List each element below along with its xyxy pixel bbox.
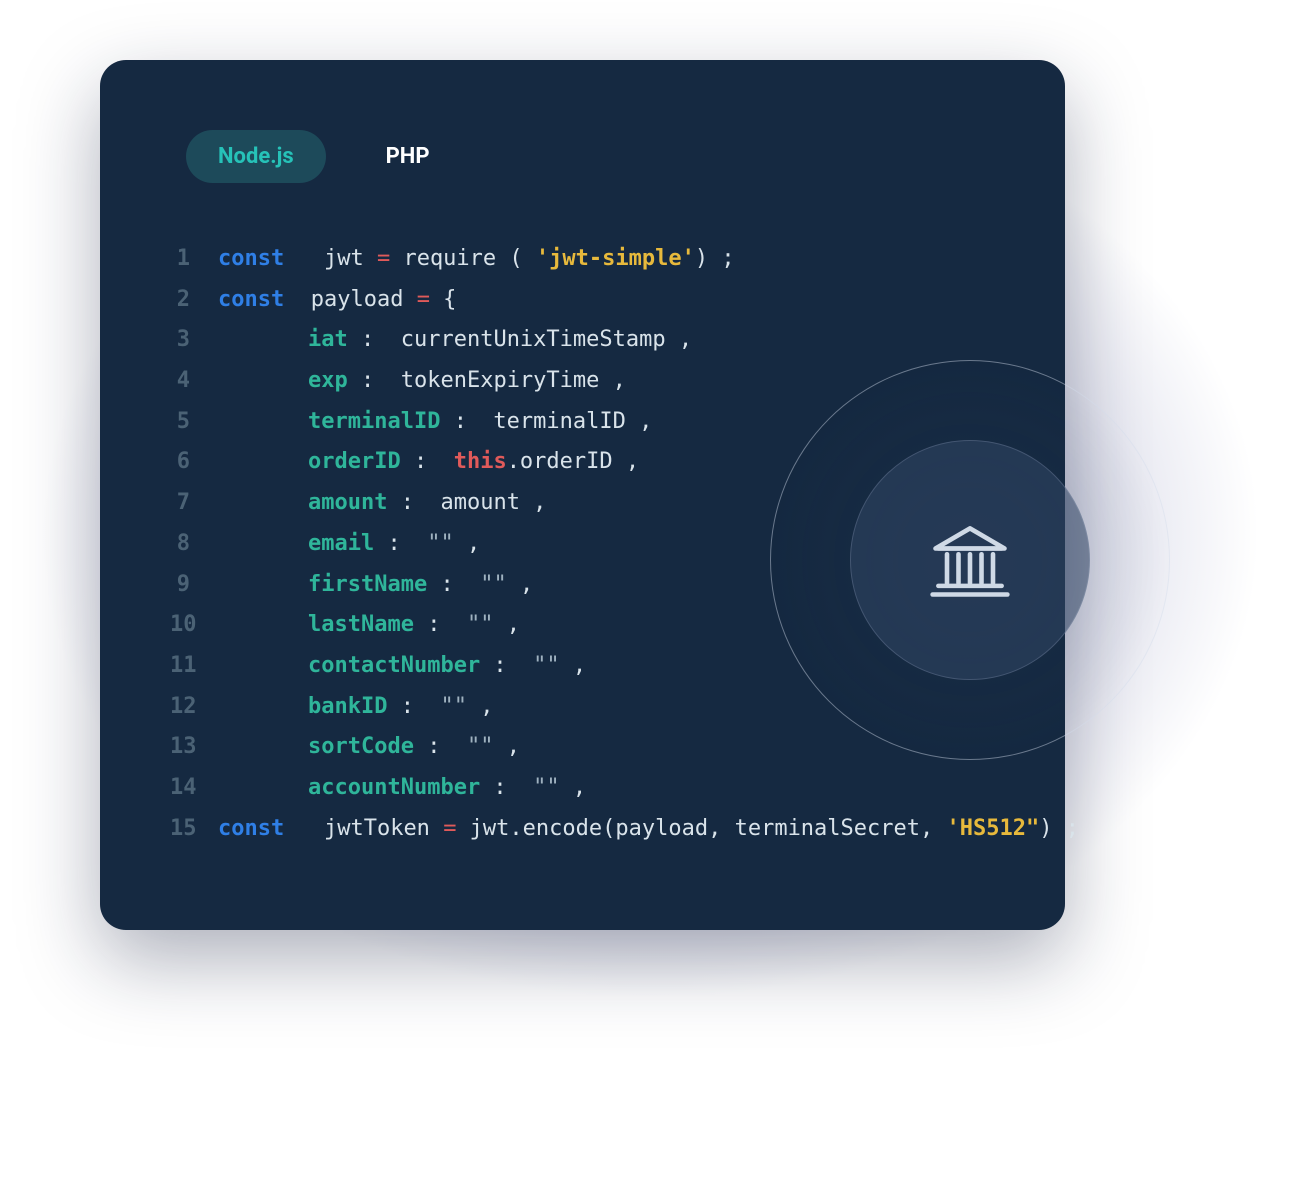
- code-line: 14 accountNumber : "" ,: [170, 768, 995, 809]
- token-txt: require (: [390, 239, 536, 280]
- keyword: const: [218, 809, 284, 850]
- token-txt: :: [387, 687, 440, 728]
- token-this: this: [454, 442, 507, 483]
- token-op: =: [377, 239, 390, 280]
- token-prop: email: [308, 524, 374, 565]
- keyword: const: [218, 239, 284, 280]
- code-line: 12 bankID : "" ,: [170, 687, 995, 728]
- line-number: 4: [170, 361, 218, 402]
- line-number: 3: [170, 320, 218, 361]
- token-str: 'jwt-simple': [536, 239, 695, 280]
- code-line: 4 exp : tokenExpiryTime ,: [170, 361, 995, 402]
- code-line: 11 contactNumber : "" ,: [170, 646, 995, 687]
- token-dim: "": [467, 727, 494, 768]
- tab-nodejs[interactable]: Node.js: [186, 130, 326, 183]
- token-prop: bankID: [308, 687, 387, 728]
- token-txt: jwtToken: [284, 809, 443, 850]
- token-txt: : currentUnixTimeStamp ,: [348, 320, 692, 361]
- token-prop: contactNumber: [308, 646, 480, 687]
- token-txt: ,: [560, 646, 587, 687]
- line-number: 11: [170, 646, 218, 687]
- token-txt: ,: [493, 605, 520, 646]
- language-tabs: Node.js PHP: [186, 130, 995, 183]
- token-txt: ,: [507, 565, 534, 606]
- token-prop: lastName: [308, 605, 414, 646]
- token-txt: :: [401, 442, 454, 483]
- token-txt: ) ;: [1039, 809, 1079, 850]
- token-txt: :: [480, 768, 533, 809]
- keyword: const: [218, 280, 284, 321]
- code-line: 3 iat : currentUnixTimeStamp ,: [170, 320, 995, 361]
- token-dim: "": [533, 646, 560, 687]
- line-number: 2: [170, 280, 218, 321]
- token-txt: {: [430, 280, 457, 321]
- token-txt: jwt.encode(payload, terminalSecret,: [456, 809, 946, 850]
- line-number: 14: [170, 768, 218, 809]
- token-op: =: [417, 280, 430, 321]
- token-txt: :: [414, 605, 467, 646]
- token-txt: : amount ,: [387, 483, 546, 524]
- tab-php[interactable]: PHP: [354, 130, 462, 183]
- token-txt: ,: [493, 727, 520, 768]
- token-txt: ,: [560, 768, 587, 809]
- line-number: 9: [170, 565, 218, 606]
- token-txt: .orderID ,: [507, 442, 639, 483]
- token-dim: "": [467, 605, 494, 646]
- token-dim: "": [440, 687, 467, 728]
- token-op: =: [443, 809, 456, 850]
- token-txt: jwt: [284, 239, 377, 280]
- line-number: 8: [170, 524, 218, 565]
- line-number: 5: [170, 402, 218, 443]
- token-txt: :: [427, 565, 480, 606]
- line-number: 15: [170, 809, 218, 850]
- token-prop: iat: [308, 320, 348, 361]
- code-panel: Node.js PHP 1const jwt = require ( 'jwt-…: [100, 60, 1065, 930]
- token-prop: orderID: [308, 442, 401, 483]
- token-txt: :: [374, 524, 427, 565]
- token-txt: ,: [454, 524, 481, 565]
- code-block: 1const jwt = require ( 'jwt-simple') ;2c…: [170, 239, 995, 849]
- line-number: 10: [170, 605, 218, 646]
- token-txt: :: [414, 727, 467, 768]
- token-prop: firstName: [308, 565, 427, 606]
- code-line: 5 terminalID : terminalID ,: [170, 402, 995, 443]
- token-txt: : tokenExpiryTime ,: [348, 361, 626, 402]
- token-prop: terminalID: [308, 402, 440, 443]
- token-prop: amount: [308, 483, 387, 524]
- line-number: 12: [170, 687, 218, 728]
- token-prop: accountNumber: [308, 768, 480, 809]
- line-number: 6: [170, 442, 218, 483]
- code-line: 8 email : "" ,: [170, 524, 995, 565]
- code-line: 7 amount : amount ,: [170, 483, 995, 524]
- token-txt: ) ;: [695, 239, 735, 280]
- code-line: 1const jwt = require ( 'jwt-simple') ;: [170, 239, 995, 280]
- token-txt: payload: [284, 280, 416, 321]
- token-txt: : terminalID ,: [440, 402, 652, 443]
- token-prop: sortCode: [308, 727, 414, 768]
- token-prop: exp: [308, 361, 348, 402]
- code-line: 9 firstName : "" ,: [170, 565, 995, 606]
- token-txt: ,: [467, 687, 494, 728]
- code-line: 2const payload = {: [170, 280, 995, 321]
- code-line: 15const jwtToken = jwt.encode(payload, t…: [170, 809, 995, 850]
- code-line: 6 orderID : this.orderID ,: [170, 442, 995, 483]
- line-number: 1: [170, 239, 218, 280]
- line-number: 13: [170, 727, 218, 768]
- code-line: 10 lastName : "" ,: [170, 605, 995, 646]
- token-dim: "": [480, 565, 507, 606]
- code-line: 13 sortCode : "" ,: [170, 727, 995, 768]
- token-txt: :: [480, 646, 533, 687]
- token-dim: "": [533, 768, 560, 809]
- token-str: 'HS512": [947, 809, 1040, 850]
- token-dim: "": [427, 524, 454, 565]
- line-number: 7: [170, 483, 218, 524]
